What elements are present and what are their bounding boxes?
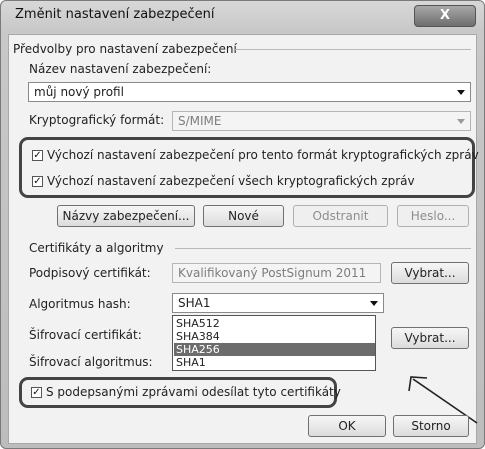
crypto-format-select[interactable]: S/MIME <box>172 111 471 131</box>
dialog-title: Změnit nastavení zabezpečení <box>15 7 215 22</box>
cancel-button[interactable]: Storno <box>393 415 469 437</box>
hash-option-sha384[interactable]: SHA384 <box>174 330 375 343</box>
close-button[interactable]: X <box>414 5 476 27</box>
security-settings-dialog: Změnit nastavení zabezpečení X Předvolby… <box>0 0 485 449</box>
default-format-checkbox[interactable]: ✓ <box>32 150 43 161</box>
default-all-checkbox[interactable]: ✓ <box>32 176 43 187</box>
highlight-frame-defaults <box>19 137 475 198</box>
crypto-format-value: S/MIME <box>178 114 222 128</box>
security-names-button[interactable]: Názvy zabezpečení... <box>57 205 195 227</box>
delete-button[interactable]: Odstranit <box>293 205 388 227</box>
chevron-down-icon[interactable] <box>457 90 465 95</box>
hash-option-sha512[interactable]: SHA512 <box>174 317 375 330</box>
chevron-down-icon[interactable] <box>370 301 378 306</box>
ok-button[interactable]: OK <box>308 415 386 437</box>
choose-signing-cert-button[interactable]: Vybrat... <box>391 262 469 284</box>
choose-encryption-cert-button[interactable]: Vybrat... <box>391 327 469 349</box>
certs-group-separator <box>175 248 471 249</box>
encryption-cert-label: Šifrovací certifikát: <box>29 328 142 342</box>
prefs-group-label: Předvolby pro nastavení zabezpečení <box>13 42 237 56</box>
signing-cert-label: Podpisový certifikát: <box>29 266 151 280</box>
prefs-group-separator <box>235 49 471 50</box>
hash-algorithm-value: SHA1 <box>178 296 211 310</box>
profile-name-combo[interactable]: můj nový profil <box>28 82 471 102</box>
hash-option-sha256[interactable]: SHA256 <box>174 343 375 356</box>
hash-algorithm-label: Algoritmus hash: <box>29 297 131 311</box>
profile-name-label: Název nastavení zabezpečení: <box>29 62 212 76</box>
profile-name-value: můj nový profil <box>34 85 124 99</box>
send-certs-checkbox[interactable]: ✓ <box>31 387 42 398</box>
crypto-format-label: Kryptografický formát: <box>29 113 165 127</box>
hash-algorithm-select[interactable]: SHA1 <box>172 293 384 313</box>
dialog-body: Předvolby pro nastavení zabezpečení Náze… <box>8 34 479 444</box>
hash-option-sha1[interactable]: SHA1 <box>174 356 375 369</box>
signing-cert-field: Kvalifikovaný PostSignum 2011 <box>172 263 381 283</box>
new-button[interactable]: Nové <box>203 205 284 227</box>
encryption-algorithm-label: Šifrovací algoritmus: <box>29 355 153 369</box>
hash-algorithm-dropdown: SHA512 SHA384 SHA256 SHA1 <box>172 315 376 371</box>
default-format-checkbox-label: Výchozí nastavení zabezpečení pro tento … <box>47 148 479 162</box>
signing-cert-value: Kvalifikovaný PostSignum 2011 <box>178 266 367 280</box>
certs-group-label: Certifikáty a algoritmy <box>29 241 164 255</box>
password-button[interactable]: Heslo... <box>397 205 469 227</box>
default-all-checkbox-label: Výchozí nastavení zabezpečení všech kryp… <box>47 174 415 188</box>
title-bar[interactable]: Změnit nastavení zabezpečení X <box>1 1 484 29</box>
chevron-down-icon[interactable] <box>457 119 465 124</box>
send-certs-checkbox-label: S podepsanými zprávami odesílat tyto cer… <box>46 385 341 399</box>
